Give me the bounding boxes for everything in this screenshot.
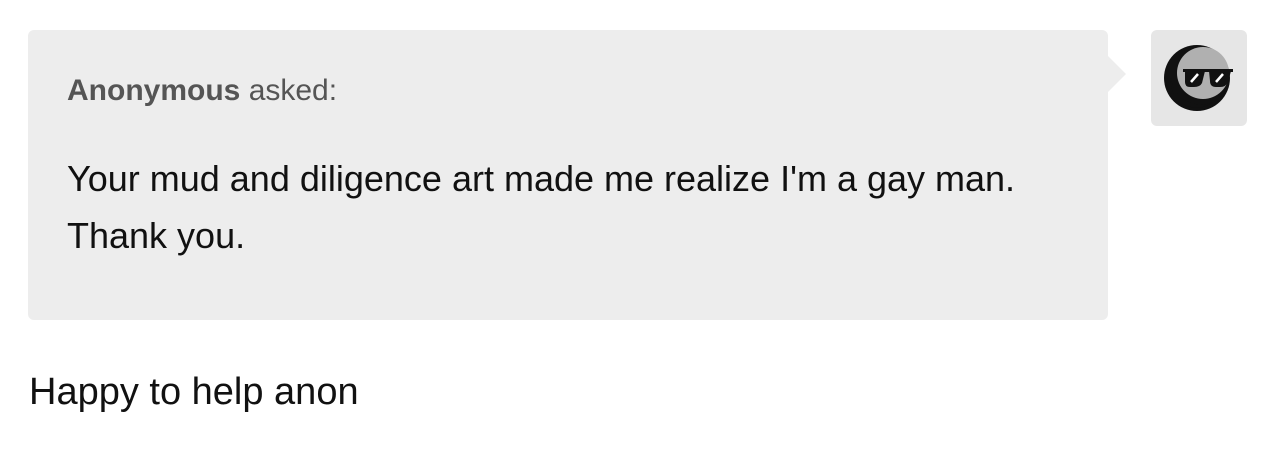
asked-label: asked:: [248, 74, 338, 107]
ask-card: Anonymous asked: Your mud and diligence …: [28, 30, 1126, 320]
sunglasses-moon-icon: [1164, 45, 1233, 111]
answer-text: Happy to help anon: [29, 371, 359, 413]
asker-name: Anonymous: [67, 74, 241, 107]
asker-line: Anonymous asked:: [67, 72, 1069, 110]
question-text: Your mud and diligence art made me reali…: [67, 158, 1016, 256]
ask-bubble: Anonymous asked: Your mud and diligence …: [28, 30, 1126, 320]
avatar[interactable]: [1151, 30, 1247, 126]
